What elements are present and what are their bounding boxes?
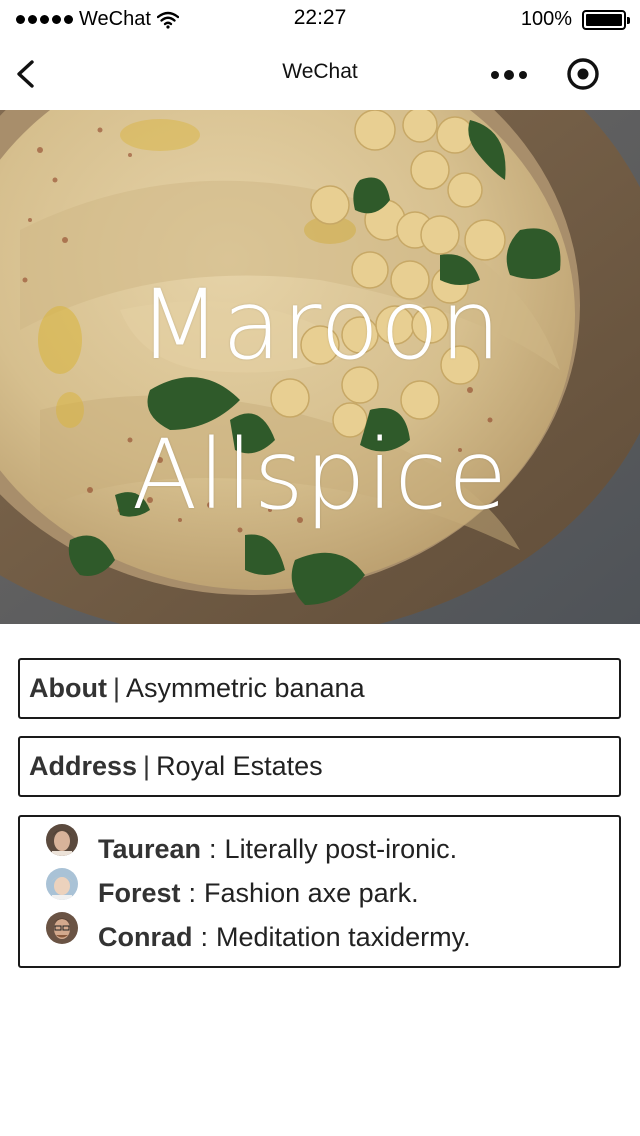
- status-bar: WeChat 22:27 100%: [0, 0, 640, 40]
- review-author: Forest: [98, 877, 181, 908]
- review-item: Conrad: Meditation taxidermy.: [46, 912, 471, 959]
- hero-image: Maroon Allspice: [0, 110, 640, 624]
- restaurant-title-line1: Maroon: [138, 269, 502, 381]
- more-dots-icon: [491, 70, 527, 80]
- address-row: Address | Royal Estates: [18, 736, 621, 797]
- address-separator: |: [143, 751, 151, 781]
- address-value: Royal Estates: [156, 751, 323, 781]
- avatar: [46, 912, 78, 944]
- battery-icon: [582, 9, 630, 30]
- review-item: Taurean: Literally post-ironic.: [46, 824, 458, 871]
- address-label: Address: [29, 751, 138, 781]
- about-label: About: [29, 673, 107, 703]
- avatar: [46, 824, 78, 856]
- nav-title: WeChat: [282, 60, 358, 83]
- review-text: Meditation taxidermy.: [216, 921, 471, 952]
- avatar: [46, 868, 78, 900]
- review-item: Forest: Fashion axe park.: [46, 868, 419, 915]
- battery-percent: 100%: [520, 8, 572, 30]
- review-author: Taurean: [98, 833, 202, 864]
- review-colon: :: [209, 833, 217, 864]
- status-right: 100%: [520, 8, 630, 31]
- nav-bar: WeChat: [0, 40, 640, 110]
- reviews-list: Taurean: Literally post-ironic. Forest: Fa…: [18, 815, 621, 968]
- restaurant-title: Maroon Allspice: [0, 250, 640, 550]
- about-row: About | Asymmetric banana: [18, 658, 621, 719]
- about-value: Asymmetric banana: [125, 673, 365, 703]
- review-colon: :: [188, 877, 197, 908]
- more-button[interactable]: [485, 56, 535, 92]
- review-colon: :: [200, 921, 209, 952]
- review-text: Literally post-ironic.: [224, 833, 458, 864]
- review-author: Conrad: [98, 921, 193, 952]
- record-circle-icon: [567, 58, 599, 90]
- about-separator: |: [112, 673, 120, 703]
- restaurant-title-line2: Allspice: [131, 419, 509, 531]
- review-text: Fashion axe park.: [204, 877, 419, 908]
- record-button[interactable]: [562, 53, 604, 95]
